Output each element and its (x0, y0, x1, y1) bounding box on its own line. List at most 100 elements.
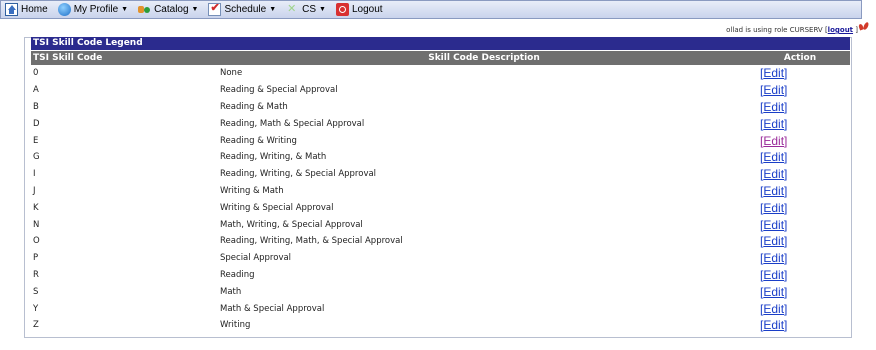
role-indicator: ollad is using role CURSERV [logout ] (726, 26, 858, 34)
skill-code-cell: R (33, 269, 39, 280)
edit-bracket-close: ] (784, 301, 788, 316)
skill-code-cell: J (33, 185, 36, 196)
action-cell: [Edit] (750, 183, 850, 200)
table-row: I Reading, Writing, & Special Approval [Ed… (31, 166, 850, 183)
edit-bracket-close: ] (784, 267, 788, 282)
skill-description-cell: Special Approval (220, 253, 292, 264)
skill-description-cell: Reading, Writing, & Special Approval (220, 169, 377, 180)
edit-link[interactable]: [Edit] (760, 134, 787, 148)
menu-item-label: CS (302, 4, 317, 15)
menu-item-catalog[interactable]: Catalog ▼ (134, 1, 204, 18)
edit-label: Edit (763, 251, 785, 266)
action-cell: [Edit] (750, 166, 850, 183)
edit-link[interactable]: [Edit] (760, 117, 787, 131)
edit-link[interactable]: [Edit] (760, 201, 787, 215)
table-row: O Reading, Writing, Math, & Special Appro… (31, 233, 850, 250)
action-cell: [Edit] (750, 149, 850, 166)
edit-label: Edit (763, 99, 785, 114)
edit-label: Edit (763, 183, 785, 198)
skill-code-cell: S (33, 286, 39, 297)
edit-bracket-close: ] (784, 234, 788, 249)
skill-description-cell: Reading, Writing, & Math (220, 152, 327, 163)
edit-label: Edit (763, 66, 785, 81)
edit-link[interactable]: [Edit] (760, 234, 787, 248)
edit-bracket-close: ] (784, 183, 788, 198)
action-cell: [Edit] (750, 216, 850, 233)
skill-description-cell: Math, Writing, & Special Approval (220, 219, 363, 230)
edit-bracket-close: ] (784, 133, 788, 148)
table-header-row: TSI Skill Code Skill Code Description Ac… (31, 51, 850, 65)
skill-description-cell: None (220, 68, 243, 79)
menu-item-schedule[interactable]: Schedule▼ (204, 1, 282, 18)
edit-bracket-close: ] (784, 284, 788, 299)
table-row: S Math [Edit] (31, 283, 850, 300)
edit-link[interactable]: [Edit] (760, 83, 787, 97)
chevron-down-icon: ▼ (191, 6, 199, 13)
logout-icon (335, 3, 349, 16)
chevron-down-icon: ▼ (121, 6, 129, 13)
edit-bracket-close: ] (784, 217, 788, 232)
cs-icon (286, 2, 299, 16)
edit-link[interactable]: [Edit] (760, 100, 787, 114)
profile-icon (57, 3, 71, 16)
menu-item-my-profile[interactable]: My Profile ▼ (54, 1, 134, 18)
edit-label: Edit (763, 234, 785, 249)
edit-link[interactable]: [Edit] (760, 285, 787, 299)
skill-description-cell: Math (220, 286, 242, 297)
menu-item-label: Home (21, 4, 48, 15)
edit-bracket-close: ] (784, 251, 788, 266)
menu-item-logout[interactable]: Logout (332, 1, 389, 18)
table-row: 0 None [Edit] (31, 65, 850, 82)
edit-link[interactable]: [Edit] (760, 218, 787, 232)
menu-item-label: Schedule (224, 4, 267, 15)
skill-description-cell: Reading & Special Approval (220, 85, 338, 96)
column-header-description: Skill Code Description (218, 51, 750, 65)
edit-label: Edit (763, 167, 785, 182)
menu-item-label: Logout (351, 4, 383, 15)
edit-bracket-close: ] (784, 150, 788, 165)
role-text: ollad is using role CURSERV [ (726, 26, 828, 34)
edit-link[interactable]: [Edit] (760, 184, 787, 198)
edit-link[interactable]: [Edit] (760, 167, 787, 181)
action-cell: [Edit] (750, 132, 850, 149)
table-row: R Reading [Edit] (31, 267, 850, 284)
edit-link[interactable]: [Edit] (760, 150, 787, 164)
catalog-icon (138, 3, 151, 16)
action-cell: [Edit] (750, 115, 850, 132)
skill-code-table: TSI Skill Code Skill Code Description Ac… (31, 51, 850, 334)
edit-link[interactable]: [Edit] (760, 318, 787, 332)
edit-bracket-close: ] (784, 200, 788, 215)
skill-code-cell: B (33, 101, 39, 112)
skill-code-cell: G (33, 152, 40, 163)
action-cell: [Edit] (750, 99, 850, 116)
edit-link[interactable]: [Edit] (760, 268, 787, 282)
edit-label: Edit (763, 150, 785, 165)
table-row: N Math, Writing, & Special Approval [Edit] (31, 216, 850, 233)
skill-description-cell: Reading, Writing, Math, & Special Approv… (220, 236, 403, 247)
edit-link[interactable]: [Edit] (760, 251, 787, 265)
logout-link[interactable]: logout (828, 26, 853, 34)
action-cell: [Edit] (750, 317, 850, 334)
edit-bracket-close: ] (784, 318, 788, 333)
edit-bracket-close: ] (784, 167, 788, 182)
table-row: Y Math & Special Approval [Edit] (31, 300, 850, 317)
column-header-code: TSI Skill Code (31, 51, 218, 65)
skill-code-cell: O (33, 236, 40, 247)
skill-code-cell: E (33, 135, 39, 146)
action-cell: [Edit] (750, 233, 850, 250)
action-cell: [Edit] (750, 250, 850, 267)
skill-code-cell: P (33, 253, 39, 264)
edit-link[interactable]: [Edit] (760, 302, 787, 316)
skill-code-cell: D (33, 118, 40, 129)
edit-label: Edit (763, 133, 785, 148)
chevron-down-icon: ▼ (319, 6, 326, 13)
edit-link[interactable]: [Edit] (760, 66, 787, 80)
edit-label: Edit (763, 284, 785, 299)
skill-code-cell: Z (33, 320, 39, 331)
menu-item-home[interactable]: Home (1, 1, 54, 18)
action-cell: [Edit] (750, 65, 850, 82)
skill-code-cell: 0 (33, 68, 39, 79)
menu-item-cs[interactable]: CS▼ (282, 1, 332, 18)
table-row: P Special Approval [Edit] (31, 250, 850, 267)
table-row: A Reading & Special Approval [Edit] (31, 82, 850, 99)
